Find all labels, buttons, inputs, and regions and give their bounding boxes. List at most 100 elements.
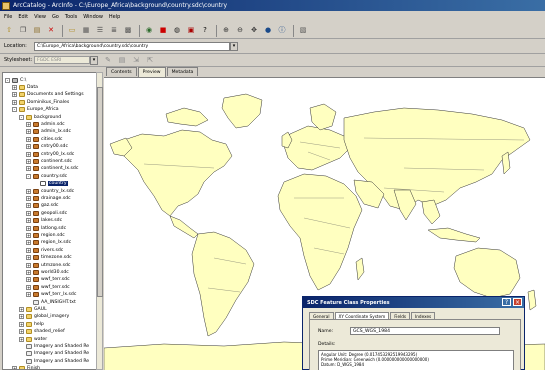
- expand-icon[interactable]: +: [26, 247, 31, 253]
- delete-icon[interactable]: ✕: [45, 24, 57, 37]
- menu-help[interactable]: Help: [109, 14, 120, 20]
- menu-edit[interactable]: Edit: [18, 14, 28, 20]
- expand-icon[interactable]: +: [26, 188, 31, 194]
- stylesheet-dropdown-button[interactable]: ▾: [90, 55, 98, 65]
- feature-class-icon: [33, 144, 39, 150]
- feature-class-icon: [33, 129, 39, 135]
- expand-icon[interactable]: +: [12, 92, 17, 98]
- menu-go[interactable]: Go: [52, 14, 59, 20]
- tree-item-label: wwf_terr.sdc: [41, 277, 70, 283]
- expand-icon[interactable]: +: [26, 136, 31, 142]
- connect-folder-icon[interactable]: ▭: [66, 24, 78, 37]
- export-icon[interactable]: ⇱: [144, 54, 156, 66]
- location-dropdown-button[interactable]: ▾: [230, 41, 238, 51]
- expand-icon[interactable]: +: [26, 129, 31, 135]
- tree-item-label: continent.sdc: [41, 158, 73, 164]
- tab-metadata[interactable]: Metadata: [166, 67, 199, 76]
- thumbnails-icon[interactable]: ▩: [122, 24, 134, 37]
- tree-item-label: utmzone.sdc: [41, 262, 71, 268]
- expand-icon[interactable]: +: [26, 225, 31, 231]
- expand-icon[interactable]: +: [19, 336, 24, 342]
- expand-icon[interactable]: +: [26, 292, 31, 298]
- dialog-tab-indexes[interactable]: Indexes: [411, 312, 436, 319]
- expand-icon[interactable]: +: [26, 255, 31, 261]
- menu-view[interactable]: View: [34, 14, 46, 20]
- pan-icon[interactable]: ✥: [248, 24, 260, 37]
- tab-contents[interactable]: Contents: [106, 67, 137, 76]
- stylesheet-select[interactable]: FGDC ESRI: [34, 56, 90, 64]
- dialog-tab-general[interactable]: General: [309, 312, 334, 319]
- collapse-icon[interactable]: -: [5, 77, 10, 83]
- edit-metadata-icon[interactable]: ✎: [102, 54, 114, 66]
- expand-icon[interactable]: +: [26, 144, 31, 150]
- list-icon[interactable]: ☰: [94, 24, 106, 37]
- collapse-icon[interactable]: -: [26, 173, 31, 179]
- help-icon[interactable]: ?: [199, 24, 211, 37]
- expand-icon[interactable]: +: [26, 277, 31, 283]
- dialog-close-button[interactable]: ×: [513, 298, 522, 306]
- expand-icon[interactable]: +: [26, 158, 31, 164]
- search-icon[interactable]: ◍: [171, 24, 183, 37]
- tree-item-label: region.sdc: [41, 232, 65, 238]
- zoom-out-icon[interactable]: ⊖: [234, 24, 246, 37]
- expand-icon[interactable]: +: [26, 203, 31, 209]
- menu-tools[interactable]: Tools: [65, 14, 77, 20]
- location-input[interactable]: C:\Europe_Africa\background\country.sdc\…: [34, 41, 230, 51]
- collapse-icon[interactable]: -: [19, 114, 24, 120]
- feature-class-icon: [33, 247, 39, 253]
- expand-icon[interactable]: +: [19, 314, 24, 320]
- expand-icon[interactable]: +: [12, 84, 17, 90]
- tree-scroll-thumb[interactable]: [97, 87, 103, 297]
- expand-icon[interactable]: +: [19, 306, 24, 312]
- coordinate-system-name-field[interactable]: GCS_WGS_1984: [350, 327, 500, 335]
- metadata-icon[interactable]: ■: [157, 24, 169, 37]
- coordinate-system-details[interactable]: Angular Unit: Degree (0.0174532925199432…: [318, 350, 514, 370]
- expand-icon[interactable]: +: [26, 232, 31, 238]
- expand-icon[interactable]: +: [19, 329, 24, 335]
- collapse-icon[interactable]: -: [12, 107, 17, 113]
- expand-icon[interactable]: +: [26, 284, 31, 290]
- properties-icon[interactable]: ▤: [116, 54, 128, 66]
- file-icon: [26, 351, 32, 357]
- dialog-tab-xy-coordinate-system[interactable]: XY Coordinate System: [334, 312, 390, 319]
- menu-file[interactable]: File: [4, 14, 12, 20]
- paste-icon[interactable]: ▤: [31, 24, 43, 37]
- menu-bar: File Edit View Go Tools Window Help: [0, 11, 545, 23]
- expand-icon[interactable]: +: [12, 366, 17, 369]
- tree-item-label: country: [48, 181, 68, 187]
- tree-item-label: background: [34, 114, 62, 120]
- arc-toolbox-icon[interactable]: ▣: [185, 24, 197, 37]
- identify-icon[interactable]: ⓘ: [276, 24, 288, 37]
- dialog-tab-fields[interactable]: Fields: [390, 312, 411, 319]
- expand-icon[interactable]: +: [26, 218, 31, 224]
- large-icons-icon[interactable]: ▦: [80, 24, 92, 37]
- tab-preview[interactable]: Preview: [137, 67, 166, 77]
- expand-icon[interactable]: +: [26, 166, 31, 172]
- expand-icon[interactable]: +: [26, 121, 31, 127]
- expand-icon[interactable]: +: [26, 210, 31, 216]
- copy-icon[interactable]: ❐: [17, 24, 29, 37]
- up-folder-icon[interactable]: ⇧: [3, 24, 15, 37]
- expand-icon[interactable]: +: [26, 262, 31, 268]
- expand-icon[interactable]: +: [26, 240, 31, 246]
- menu-window[interactable]: Window: [83, 14, 103, 20]
- expand-icon[interactable]: +: [12, 99, 17, 105]
- dialog-help-button[interactable]: ?: [502, 298, 511, 306]
- expand-icon[interactable]: +: [19, 321, 24, 327]
- tree-item-label: Imagery and Shaded Re: [34, 343, 90, 349]
- full-extent-icon[interactable]: ●: [262, 24, 274, 37]
- window-title: ArcCatalog - ArcInfo - C:\Europe_Africa\…: [13, 2, 228, 9]
- expand-icon[interactable]: +: [26, 151, 31, 157]
- tree-item[interactable]: + Finish: [12, 365, 40, 369]
- folder-icon: [19, 107, 25, 113]
- import-icon[interactable]: ⇲: [130, 54, 142, 66]
- tree-scrollbar[interactable]: [96, 72, 103, 370]
- create-thumbnail-icon[interactable]: ▧: [297, 24, 309, 37]
- file-icon: [33, 299, 39, 305]
- zoom-in-icon[interactable]: ⊕: [220, 24, 232, 37]
- launch-arcmap-icon[interactable]: ◉: [143, 24, 155, 37]
- details-icon[interactable]: ≣: [108, 24, 120, 37]
- expand-icon[interactable]: +: [26, 269, 31, 275]
- catalog-tree[interactable]: - C:\ + Data + Documents and Settings + Dominik…: [2, 72, 98, 370]
- expand-icon[interactable]: +: [26, 195, 31, 201]
